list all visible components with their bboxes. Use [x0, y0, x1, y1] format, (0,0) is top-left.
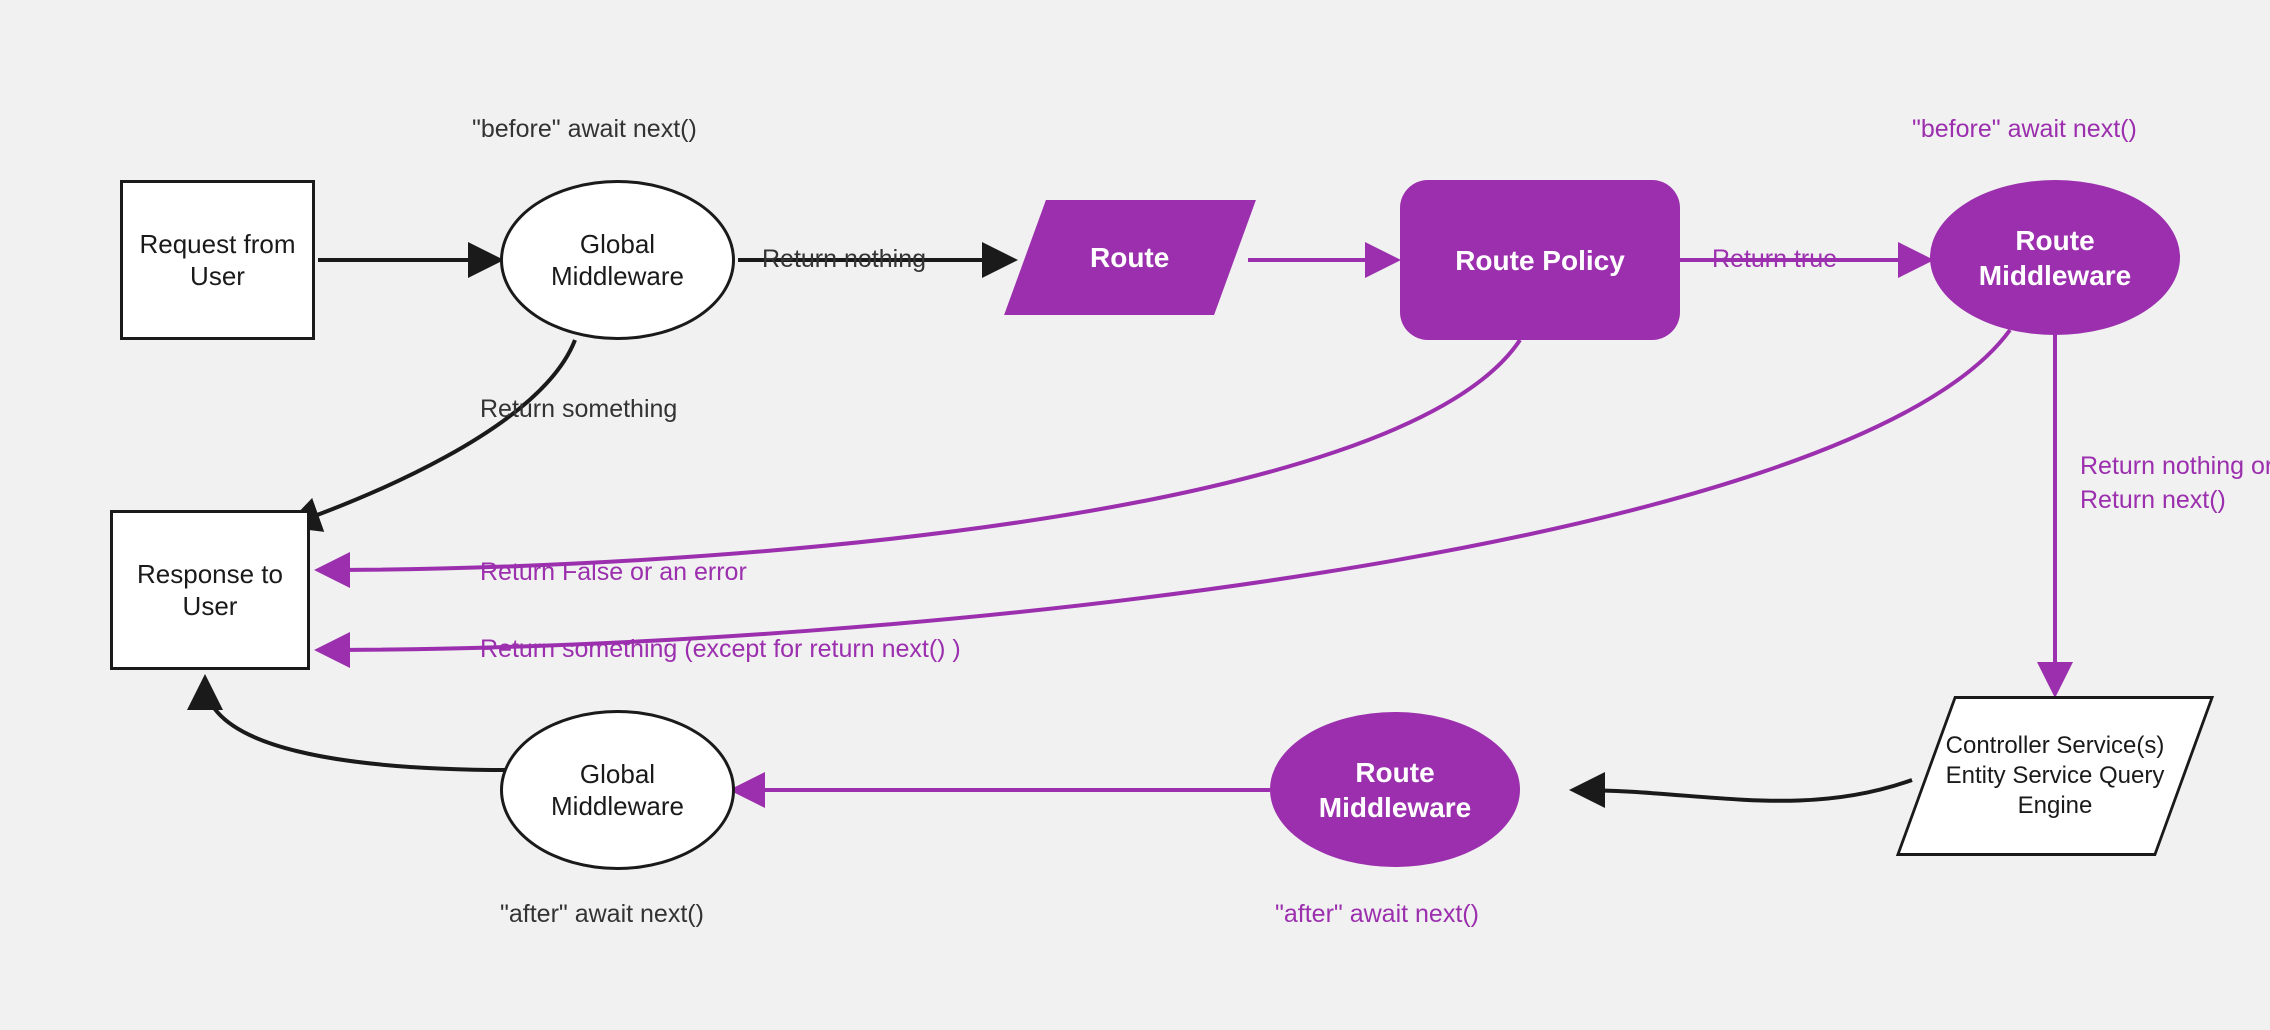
label-return-something-except-next: Return something (except for return next… [480, 635, 961, 664]
node-response: Response to User [110, 510, 310, 670]
node-global-middleware-top: Global Middleware [500, 180, 735, 340]
node-route-policy: Route Policy [1400, 180, 1680, 340]
edge-controller-to-routemw2 [1575, 780, 1912, 801]
edges-layer [0, 0, 2270, 1030]
node-global-middleware-bottom: Global Middleware [500, 710, 735, 870]
node-global-middleware-bottom-label: Global Middleware [503, 752, 732, 829]
label-return-true: Return true [1712, 245, 1837, 274]
node-route-middleware-bottom: Route Middleware [1270, 712, 1520, 867]
label-return-nothing-or-next: Return nothing or Return next() [2080, 450, 2270, 518]
edge-routemw-to-response [320, 330, 2010, 650]
node-route: Route [1004, 200, 1256, 315]
node-response-label: Response to User [113, 552, 307, 629]
node-route-middleware-bottom-label: Route Middleware [1273, 749, 1517, 831]
label-return-nothing: Return nothing [762, 245, 926, 274]
node-request-label: Request from User [123, 222, 312, 299]
node-request: Request from User [120, 180, 315, 340]
node-route-middleware-top-label: Route Middleware [1933, 217, 2177, 299]
node-controller-label: Controller Service(s) Entity Service Que… [1928, 725, 2182, 827]
node-controller: Controller Service(s) Entity Service Que… [1896, 696, 2214, 856]
label-after-await-next-right: "after" await next() [1275, 900, 1479, 929]
flowchart-canvas: Request from User Global Middleware Rout… [0, 0, 2270, 1030]
label-before-await-next-left: "before" await next() [472, 115, 697, 144]
label-return-false-or-error: Return False or an error [480, 558, 747, 587]
edge-routepolicy-to-response [320, 340, 1520, 570]
node-route-label: Route [1080, 234, 1179, 281]
label-after-await-next-left: "after" await next() [500, 900, 704, 929]
node-route-middleware-top: Route Middleware [1930, 180, 2180, 335]
node-global-middleware-top-label: Global Middleware [503, 222, 732, 299]
label-return-something: Return something [480, 395, 677, 424]
edge-globalmw2-to-response [205, 680, 510, 770]
node-route-policy-label: Route Policy [1445, 237, 1635, 284]
label-before-await-next-right: "before" await next() [1912, 115, 2137, 144]
edge-globalmw-to-response [290, 340, 575, 525]
